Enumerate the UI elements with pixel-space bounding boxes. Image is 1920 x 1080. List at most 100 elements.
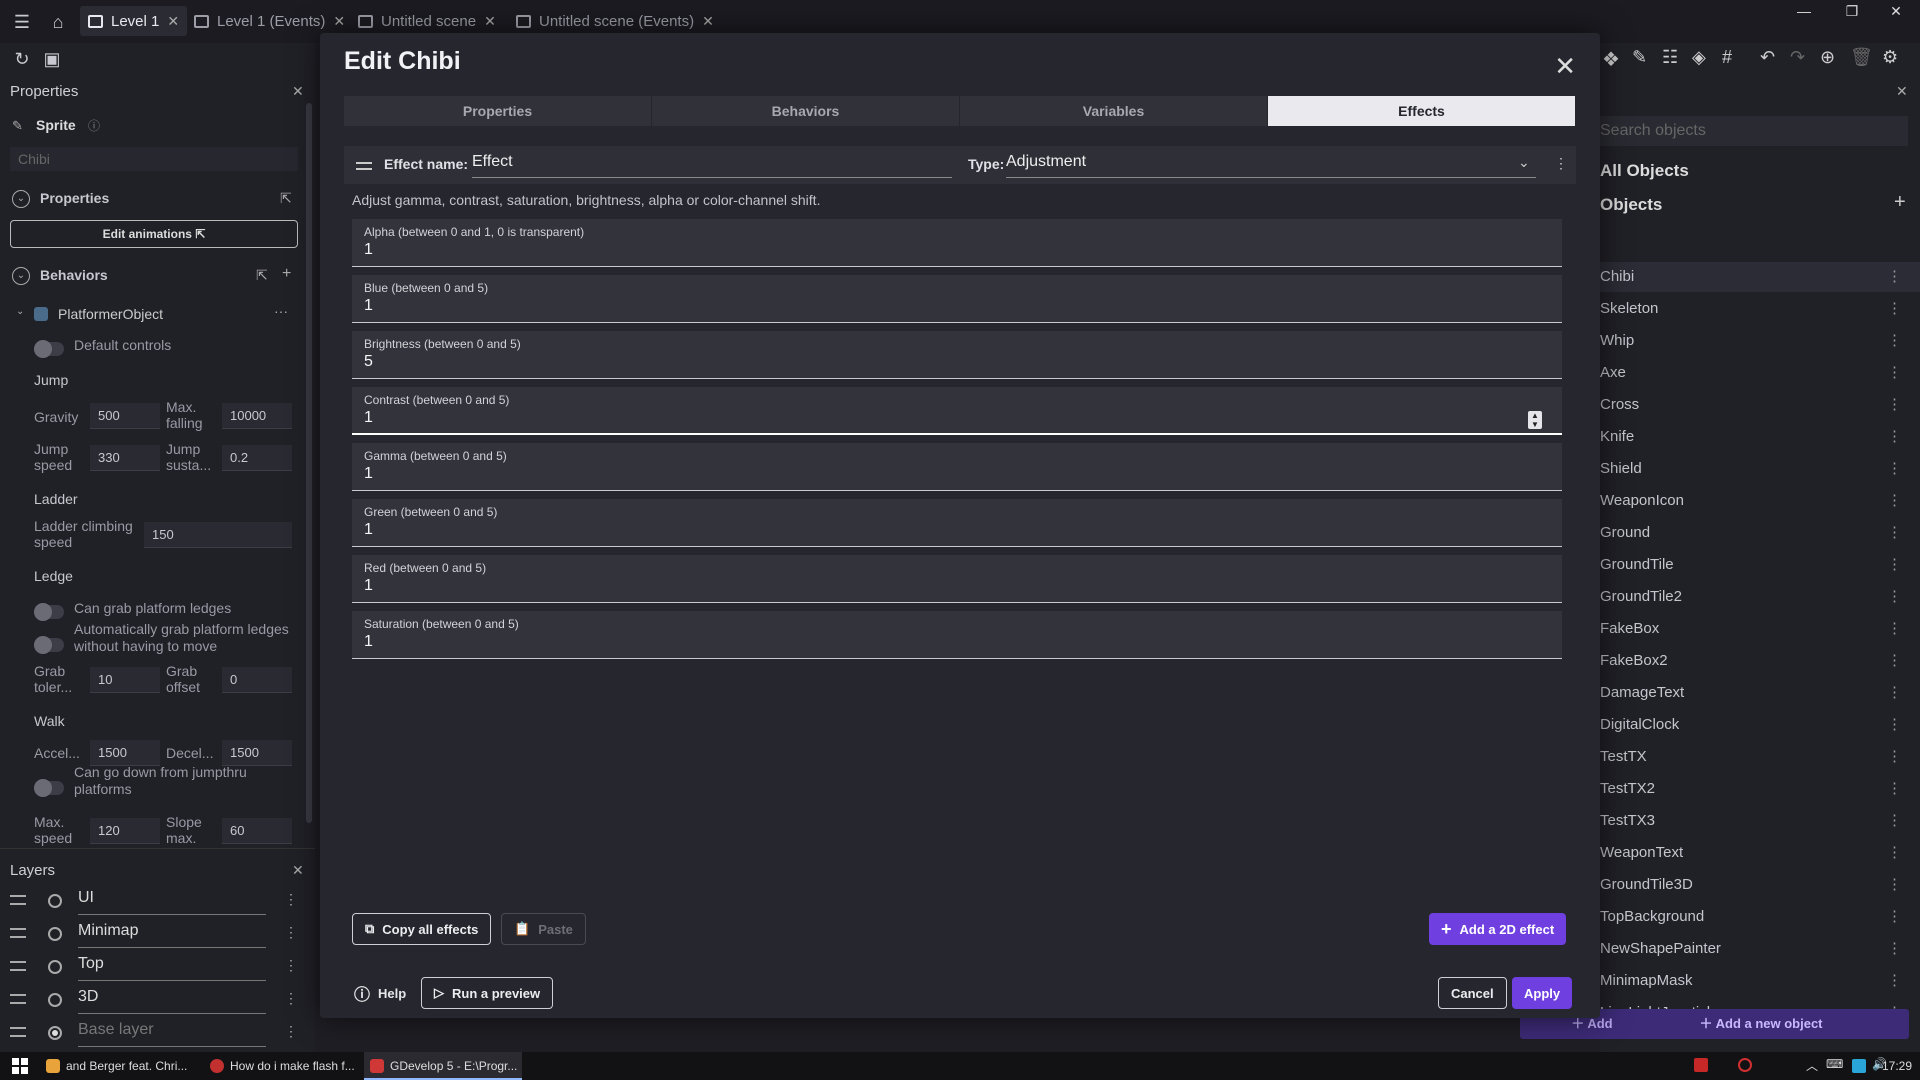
object-list-item[interactable]: MinimapMask ⋮ — [1600, 966, 1920, 996]
windows-start-icon[interactable] — [12, 1058, 28, 1074]
contrast-field[interactable]: Contrast (between 0 and 5) 1 ▲ ▼ — [352, 387, 1562, 435]
open-external-icon[interactable]: ⇱ — [256, 267, 268, 284]
home-icon[interactable]: ⌂ — [46, 10, 70, 34]
tab-untitled-scene[interactable]: Untitled scene ✕ — [350, 6, 504, 36]
field-value[interactable]: 5 — [364, 353, 373, 371]
more-icon[interactable]: ⋮ — [1887, 966, 1902, 996]
more-icon[interactable]: ⋮ — [1887, 806, 1902, 836]
object-list-item[interactable]: Whip ⋮ — [1600, 326, 1920, 356]
object-list-item[interactable]: Knife ⋮ — [1600, 422, 1920, 452]
chevron-down-icon[interactable]: ⌄ — [12, 267, 30, 285]
drag-handle-icon[interactable] — [10, 928, 26, 938]
settings-icon[interactable]: ⚙ — [1882, 47, 1898, 68]
menu-icon[interactable]: ☰ — [10, 10, 34, 34]
tab-variables[interactable]: Variables — [960, 96, 1268, 126]
open-external-icon[interactable]: ⇱ — [280, 190, 292, 207]
object-list-item[interactable]: GroundTile2 ⋮ — [1600, 582, 1920, 612]
close-icon[interactable]: ✕ — [1554, 51, 1576, 82]
jump-sustain-input[interactable]: 0.2 — [222, 445, 292, 471]
object-list-item[interactable]: TestTX3 ⋮ — [1600, 806, 1920, 836]
max-falling-input[interactable]: 10000 — [222, 403, 292, 429]
tab-untitled-scene-events[interactable]: Untitled scene (Events) ✕ — [508, 6, 722, 36]
object-list-item[interactable]: GroundTile ⋮ — [1600, 550, 1920, 580]
object-list-item[interactable]: TestTX2 ⋮ — [1600, 774, 1920, 804]
layer-name[interactable]: Minimap — [78, 922, 266, 948]
copy-all-effects-button[interactable]: ⧉ Copy all effects — [352, 913, 492, 945]
drag-handle-icon[interactable] — [10, 895, 26, 905]
tab-effects[interactable]: Effects — [1268, 96, 1576, 126]
slope-max-input[interactable]: 60 — [222, 818, 292, 844]
layers-icon[interactable]: ◈ — [1692, 47, 1706, 68]
visibility-radio[interactable] — [48, 927, 62, 941]
drag-handle-icon[interactable] — [10, 994, 26, 1004]
grid-icon[interactable]: # — [1722, 47, 1732, 68]
tray-app-icon[interactable] — [1738, 1058, 1752, 1072]
more-icon[interactable]: ⋮ — [1887, 326, 1902, 356]
close-icon[interactable]: ✕ — [292, 862, 304, 879]
more-icon[interactable]: ⋮ — [1887, 838, 1902, 868]
taskbar-item[interactable]: How do i make flash f... — [204, 1052, 364, 1080]
saturation-field[interactable]: Saturation (between 0 and 5) 1 — [352, 611, 1562, 659]
zoom-icon[interactable]: ⊕ — [1820, 47, 1835, 68]
max-speed-input[interactable]: 120 — [90, 818, 160, 844]
tab-behaviors[interactable]: Behaviors — [652, 96, 960, 126]
visibility-radio[interactable] — [48, 894, 62, 908]
more-icon[interactable]: ··· — [274, 303, 288, 319]
object-list-item[interactable]: Ground ⋮ — [1600, 518, 1920, 548]
more-icon[interactable]: ⋮ — [1887, 742, 1902, 772]
objects-icon[interactable]: ❖ — [1602, 47, 1620, 72]
add-2d-effect-button[interactable]: + Add a 2D effect — [1429, 913, 1567, 945]
can-grab-toggle[interactable] — [34, 603, 64, 621]
layer-row[interactable]: UI ⋮ — [0, 886, 300, 919]
layer-row[interactable]: Base layer ⋮ — [0, 1018, 300, 1051]
more-icon[interactable]: ⋮ — [284, 957, 298, 974]
more-icon[interactable]: ⋮ — [1887, 262, 1902, 292]
green-field[interactable]: Green (between 0 and 5) 1 — [352, 499, 1562, 547]
tab-level-1-events[interactable]: Level 1 (Events) ✕ — [186, 6, 353, 36]
more-icon[interactable]: ⋮ — [1887, 870, 1902, 900]
more-icon[interactable]: ⋮ — [1887, 518, 1902, 548]
blue-field[interactable]: Blue (between 0 and 5) 1 — [352, 275, 1562, 323]
more-icon[interactable]: ⋮ — [1887, 934, 1902, 964]
close-icon[interactable]: ✕ — [292, 83, 304, 100]
object-list-item[interactable]: DigitalClock ⋮ — [1600, 710, 1920, 740]
type-select[interactable]: Adjustment — [1006, 153, 1536, 178]
tray-icon[interactable] — [1852, 1059, 1866, 1073]
more-icon[interactable]: ⋮ — [1887, 358, 1902, 388]
field-value[interactable]: 1 — [364, 521, 373, 539]
history-icon[interactable]: ↻ — [10, 47, 34, 71]
object-list-item[interactable]: Shield ⋮ — [1600, 454, 1920, 484]
more-icon[interactable]: ⋮ — [1887, 294, 1902, 324]
jump-speed-input[interactable]: 330 — [90, 445, 160, 471]
more-icon[interactable]: ⋮ — [1887, 710, 1902, 740]
object-list-item[interactable]: NewShapePainter ⋮ — [1600, 934, 1920, 964]
layer-row[interactable]: Minimap ⋮ — [0, 919, 300, 952]
ladder-speed-input[interactable]: 150 — [144, 522, 292, 548]
layer-name[interactable]: Top — [78, 955, 266, 981]
layer-row[interactable]: Top ⋮ — [0, 952, 300, 985]
object-list-item[interactable]: Cross ⋮ — [1600, 390, 1920, 420]
search-input[interactable]: Search objects — [1600, 116, 1908, 146]
gamma-field[interactable]: Gamma (between 0 and 5) 1 — [352, 443, 1562, 491]
tray-icon[interactable]: ⌨ — [1826, 1057, 1843, 1071]
drag-handle-icon[interactable] — [10, 1027, 26, 1037]
layer-name[interactable]: Base layer — [78, 1021, 266, 1047]
brightness-field[interactable]: Brightness (between 0 and 5) 5 — [352, 331, 1562, 379]
run-preview-button[interactable]: ▷ Run a preview — [421, 977, 554, 1009]
grab-tolerance-input[interactable]: 10 — [90, 667, 160, 693]
object-list-item[interactable]: FakeBox2 ⋮ — [1600, 646, 1920, 676]
field-value[interactable]: 1 — [364, 297, 373, 315]
help-button[interactable]: ⓘ Help — [342, 977, 418, 1009]
object-name-input[interactable]: Chibi — [10, 147, 298, 171]
all-objects-header[interactable]: All Objects — [1600, 161, 1689, 181]
add-icon[interactable]: + — [282, 265, 291, 283]
object-list-item[interactable]: TopBackground ⋮ — [1600, 902, 1920, 932]
red-field[interactable]: Red (between 0 and 5) 1 — [352, 555, 1562, 603]
visibility-radio[interactable] — [48, 960, 62, 974]
jumpthru-toggle[interactable] — [34, 779, 64, 797]
drag-handle-icon[interactable] — [356, 162, 372, 170]
cancel-button[interactable]: Cancel — [1438, 977, 1507, 1009]
visibility-radio[interactable] — [48, 1026, 62, 1040]
field-value[interactable]: 1 — [364, 409, 373, 427]
more-icon[interactable]: ⋮ — [1887, 902, 1902, 932]
